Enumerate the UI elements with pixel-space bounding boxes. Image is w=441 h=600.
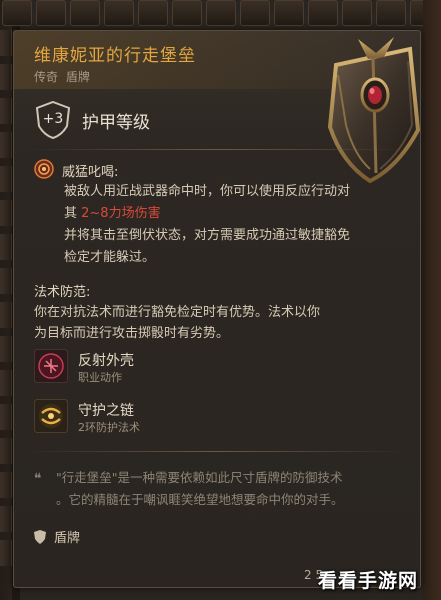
passive-description: 被敌人用近战武器命中时，你可以使用反应行动对 其 2~8力场伤害 并将其击至倒伏… [64,181,404,269]
force-damage-value[interactable]: 2~8力场伤害 [81,206,160,221]
item-title: 维康妮亚的行走堡垒 [34,46,196,66]
item-type: 盾牌 [65,70,90,84]
shield-category-icon [34,529,46,544]
inventory-slot[interactable] [0,30,12,56]
inventory-slot[interactable] [0,540,12,566]
inventory-slot[interactable] [342,0,372,26]
spell-ward-description: 你在对抗法术而进行豁免检定时有优势。法术以你 为目标而进行攻击掷骰时有劣势。 [34,302,404,344]
flavor-line: "行走堡垒"是一种需要依赖如此尺寸盾牌的防御技术 [56,470,343,485]
flavor-text-body: "行走堡垒"是一种需要依赖如此尺寸盾牌的防御技术 。它的精髓在于嘲讽睚笑绝望地想… [56,467,408,511]
spell-ward-ability: 法术防范: 你在对抗法术而进行豁免检定时有优势。法术以你 为目标而进行攻击掷骰时… [34,281,404,344]
inventory-slot[interactable] [2,0,32,26]
inventory-slot[interactable] [0,472,12,498]
spell-ward-name: 法术防范: [34,285,91,300]
armor-badge: +3 [34,100,72,140]
inventory-slot[interactable] [0,166,12,192]
passive-line: 其 2~8力场伤害 [64,203,404,225]
inventory-slot[interactable] [206,0,236,26]
inventory-slot[interactable] [36,0,66,26]
passive-line: 被敌人用近战武器命中时，你可以使用反应行动对 [64,184,351,199]
shield-item-icon [327,37,421,184]
inventory-slot[interactable] [0,438,12,464]
item-rarity: 传奇 [34,70,59,84]
inventory-slot[interactable] [0,200,12,226]
item-category: 盾牌 [34,527,80,546]
passive-line: 并将其击至倒伏状态，对方需要成功通过敏捷豁免 [64,228,351,243]
item-subtitle: 传奇 盾牌 [34,68,94,85]
inventory-slot[interactable] [172,0,202,26]
inventory-slot[interactable] [0,132,12,158]
inventory-slot[interactable] [0,268,12,294]
inventory-slot[interactable] [0,506,12,532]
armor-class-row: +3 护甲等级 [34,99,150,141]
item-tooltip: 维康妮亚的行走堡垒 传奇 盾牌 +3 护甲等级 威猛叱喝: 被敌人用近战武器命中… [13,30,421,588]
intimidate-passive-icon [34,159,54,179]
inventory-slot[interactable] [308,0,338,26]
passive-name: 威猛叱喝: [62,165,119,180]
flavor-line: 。它的精髓在于嘲讽睚笑绝望地想要命中你的对手。 [56,492,344,507]
action-type: 2环防护法术 [78,421,140,434]
warding-bond-icon [34,399,68,433]
passive-line-prefix: 其 [64,206,82,221]
spell-ward-line: 你在对抗法术而进行豁免检定时有优势。法术以你 [34,305,321,320]
site-watermark: 看看手游网 [318,570,419,592]
inventory-side-column [0,30,12,574]
action-type: 职业动作 [78,371,122,384]
quote-icon: ❝ [34,471,42,487]
armor-label: 护甲等级 [82,112,150,133]
inventory-slot[interactable] [0,64,12,90]
inventory-slot[interactable] [274,0,304,26]
inventory-top-row [0,0,441,26]
inventory-slot[interactable] [376,0,406,26]
category-label: 盾牌 [54,531,81,546]
inventory-slot[interactable] [0,336,12,362]
inventory-slot[interactable] [0,370,12,396]
inventory-slot[interactable] [0,234,12,260]
section-divider [24,451,410,452]
action-reflect-shell[interactable]: 反射外壳 职业动作 [34,349,334,385]
section-divider [24,149,410,150]
action-warding-bond[interactable]: 守护之链 2环防护法术 [34,399,334,435]
action-name: 反射外壳 [78,353,134,369]
action-name: 守护之链 [78,403,134,419]
reflect-shell-icon [34,349,68,383]
inventory-slot[interactable] [104,0,134,26]
inventory-slot[interactable] [240,0,270,26]
inventory-slot[interactable] [0,404,12,430]
passive-line: 检定才能躲过。 [64,250,156,265]
inventory-slot[interactable] [0,98,12,124]
inventory-slot[interactable] [0,302,12,328]
inventory-slot[interactable] [70,0,100,26]
spell-ward-line: 为目标而进行攻击掷骰时有劣势。 [34,326,230,341]
armor-value: +3 [42,111,64,127]
inventory-slot[interactable] [138,0,168,26]
